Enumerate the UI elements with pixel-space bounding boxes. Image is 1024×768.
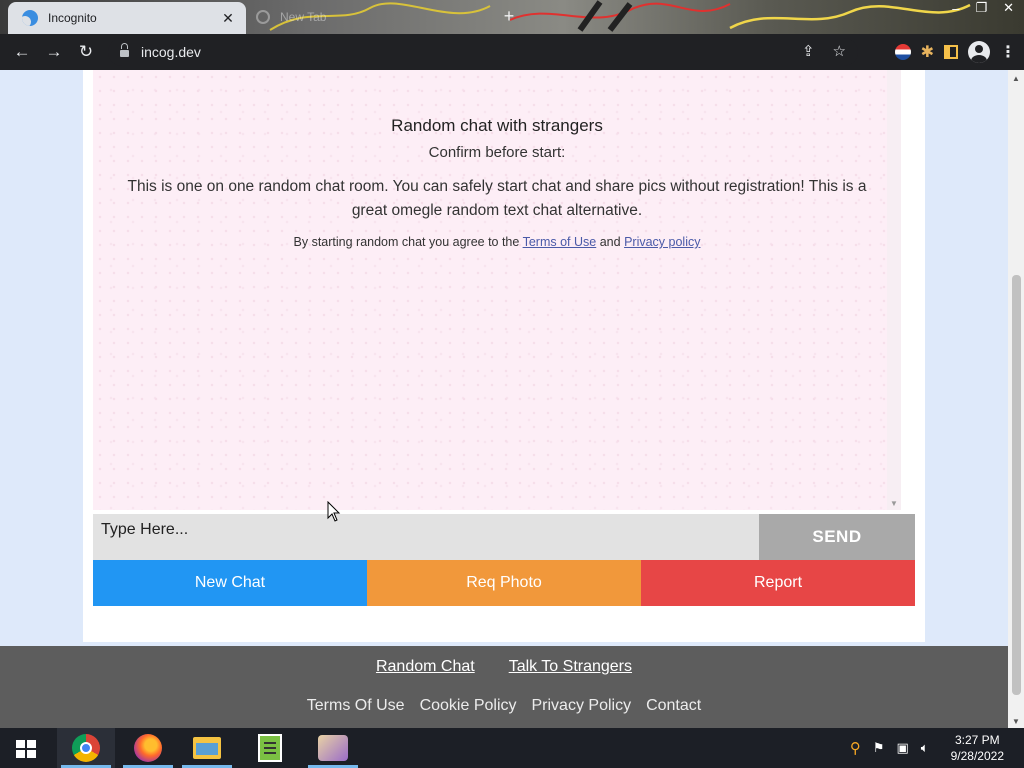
terms-prefix: By starting random chat you agree to the: [293, 235, 520, 249]
footer-link-contact[interactable]: Contact: [646, 697, 701, 715]
taskbar-chrome[interactable]: [57, 728, 115, 768]
tab-close-icon[interactable]: ✕: [220, 10, 236, 27]
network-icon[interactable]: ▣: [897, 740, 909, 756]
site-footer: Random Chat Talk To Strangers Terms Of U…: [0, 646, 1008, 728]
footer-link-privacy[interactable]: Privacy Policy: [532, 697, 632, 715]
terms-and: and: [599, 235, 621, 249]
privacy-policy-link[interactable]: Privacy policy: [624, 235, 700, 249]
window-controls: ‒ ❐ ✕: [952, 0, 1014, 16]
flag-icon[interactable]: ⚑: [873, 740, 885, 756]
firefox-icon: [134, 734, 162, 762]
chat-scrollbar[interactable]: ▼: [887, 70, 901, 510]
scroll-down-arrow-icon[interactable]: ▼: [890, 499, 898, 508]
minimize-icon[interactable]: ‒: [952, 1, 959, 16]
scrollbar-thumb[interactable]: [1012, 275, 1021, 695]
folder-icon: [193, 737, 221, 759]
message-input[interactable]: [93, 514, 759, 560]
volume-icon[interactable]: 🔈︎: [921, 740, 929, 756]
action-buttons: New Chat Req Photo Report: [93, 560, 915, 606]
new-tab-plus-icon[interactable]: +: [498, 5, 520, 27]
terms-notice: By starting random chat you agree to the…: [109, 235, 885, 249]
new-chat-button[interactable]: New Chat: [93, 560, 367, 606]
intro-title: Random chat with strangers: [391, 116, 603, 135]
url-text[interactable]: incog.dev: [141, 44, 201, 60]
tab-title: Incognito: [48, 11, 97, 25]
profile-avatar-icon[interactable]: [968, 41, 990, 63]
tab-title: New Tab: [280, 10, 327, 24]
tab-strip: Incognito ✕ New Tab + ‒ ❐ ✕: [0, 0, 1024, 34]
intro-description: This is one on one random chat room. You…: [127, 178, 867, 219]
taskbar-firefox[interactable]: [119, 728, 177, 768]
terms-of-use-link[interactable]: Terms of Use: [523, 235, 597, 249]
page-viewport: Random chat with strangers Confirm befor…: [0, 70, 1008, 728]
footer-link-terms[interactable]: Terms Of Use: [307, 697, 405, 715]
menu-kebab-icon[interactable]: ⋮: [1000, 42, 1016, 62]
lock-icon[interactable]: [120, 42, 129, 58]
chat-container: Random chat with strangers Confirm befor…: [83, 70, 925, 642]
back-arrow-icon[interactable]: ←: [6, 36, 38, 68]
window-close-icon[interactable]: ✕: [1003, 0, 1014, 16]
clock[interactable]: 3:27 PM 9/28/2022: [951, 732, 1004, 764]
paint-icon: [318, 735, 348, 761]
report-button[interactable]: Report: [641, 560, 915, 606]
clock-time: 3:27 PM: [954, 733, 1000, 747]
windows-start-icon[interactable]: [16, 740, 36, 758]
system-tray: ⚲ ⚑ ▣ 🔈︎ 3:27 PM 9/28/2022: [850, 728, 1004, 768]
taskbar-paint[interactable]: [304, 728, 362, 768]
mouse-cursor-icon: [327, 501, 341, 522]
side-panel-icon[interactable]: [944, 45, 958, 59]
taskbar-file-explorer[interactable]: [178, 728, 236, 768]
taskbar-notepad[interactable]: [241, 728, 299, 768]
incognito-favicon-icon: [22, 10, 38, 26]
chat-intro: Random chat with strangers Confirm befor…: [109, 116, 885, 249]
bookmark-star-icon[interactable]: ☆: [833, 42, 846, 60]
globe-icon: [256, 10, 270, 24]
windows-taskbar: ⚲ ⚑ ▣ 🔈︎ 3:27 PM 9/28/2022: [0, 728, 1024, 768]
share-icon[interactable]: ⇪: [802, 42, 815, 60]
scroll-up-arrow-icon[interactable]: ▲: [1012, 74, 1020, 83]
extensions-puzzle-icon[interactable]: ✱: [921, 42, 934, 62]
intro-confirm-text: Confirm before start:: [428, 144, 566, 161]
search-icon[interactable]: ⚲: [850, 739, 861, 757]
footer-link-random-chat[interactable]: Random Chat: [376, 658, 475, 676]
notepad-icon: [258, 734, 282, 762]
chat-message-area[interactable]: Random chat with strangers Confirm befor…: [93, 70, 901, 510]
forward-arrow-icon[interactable]: →: [38, 36, 70, 68]
footer-link-talk-to-strangers[interactable]: Talk To Strangers: [509, 658, 632, 676]
footer-link-cookie[interactable]: Cookie Policy: [420, 697, 517, 715]
extension-flag-icon[interactable]: [894, 44, 911, 60]
tab-new-tab[interactable]: New Tab: [256, 6, 466, 28]
clock-date: 9/28/2022: [950, 749, 1004, 763]
send-button[interactable]: SEND: [759, 514, 915, 560]
restore-icon[interactable]: ❐: [975, 0, 987, 16]
address-bar[interactable]: incog.dev ⇪ ☆: [108, 38, 858, 66]
tab-incognito[interactable]: Incognito ✕: [8, 2, 246, 34]
page-scrollbar[interactable]: ▲ ▼: [1008, 70, 1024, 728]
message-input-row: SEND: [93, 514, 915, 560]
scroll-down-arrow-icon[interactable]: ▼: [1012, 717, 1020, 726]
reload-icon[interactable]: ↻: [70, 36, 102, 68]
chrome-icon: [72, 734, 100, 762]
browser-toolbar: ← → ↻ incog.dev ⇪ ☆ ✱ ⋮: [0, 34, 1024, 70]
req-photo-button[interactable]: Req Photo: [367, 560, 641, 606]
